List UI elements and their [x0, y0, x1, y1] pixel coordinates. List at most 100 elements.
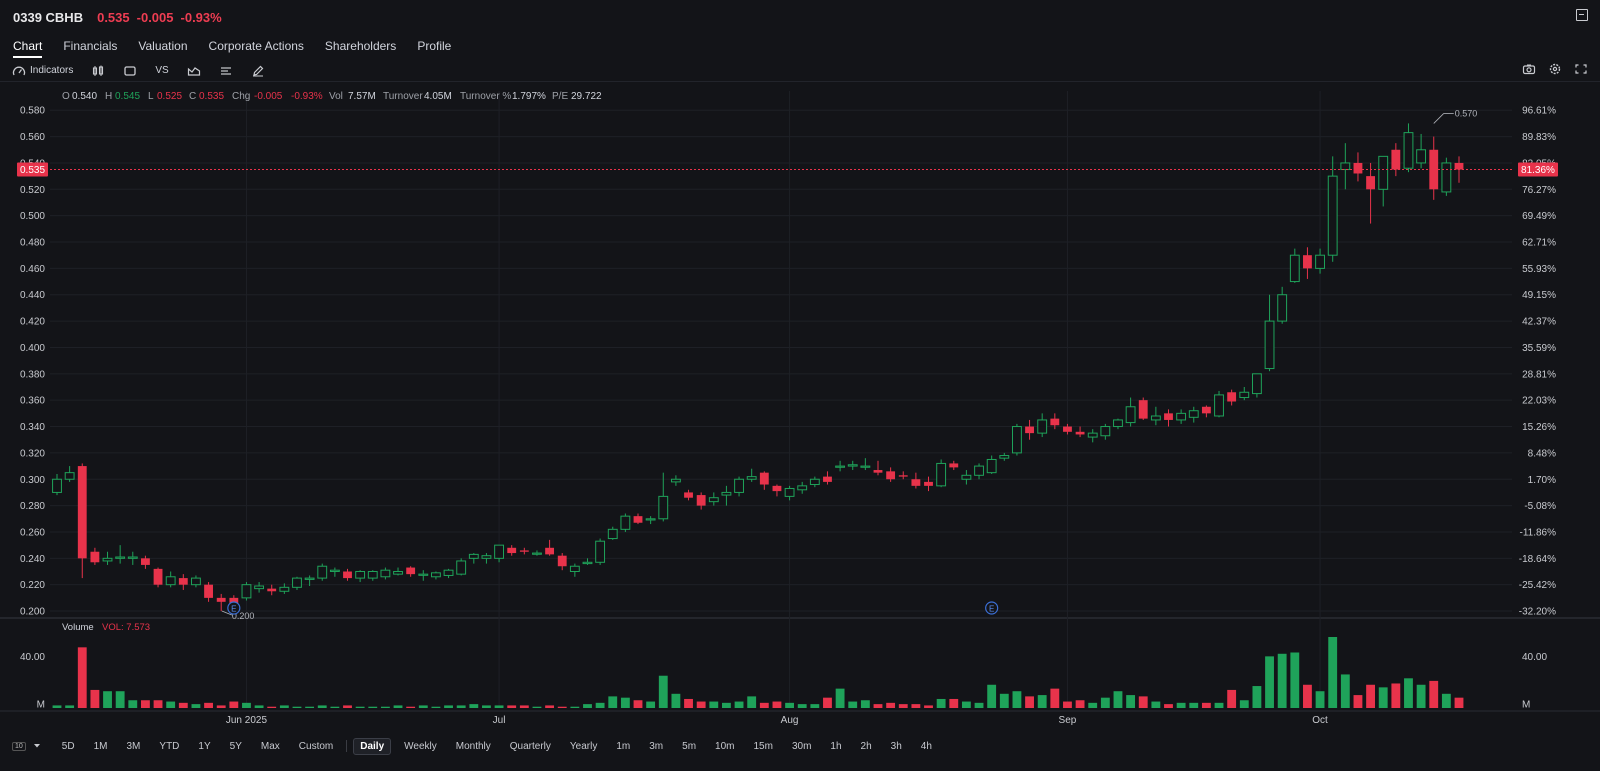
align-button[interactable]	[219, 65, 233, 77]
volume-bar	[1025, 696, 1034, 708]
candle-body-up	[595, 540, 606, 563]
candle-body-up	[304, 577, 315, 580]
ohlc-legend: O 0.540 H 0.545 L 0.525 C 0.535 Chg -0.0…	[62, 91, 602, 102]
toolbar-right-group	[1522, 63, 1588, 75]
camera-icon[interactable]	[1522, 63, 1536, 75]
candle	[1227, 389, 1237, 406]
period-1m[interactable]: 1m	[616, 741, 630, 752]
range-3m[interactable]: 3M	[127, 741, 141, 752]
range-5d[interactable]: 5D	[62, 741, 75, 752]
turnover-label: Turnover	[383, 91, 423, 102]
fullscreen-icon[interactable]	[1574, 63, 1588, 75]
period-quarterly[interactable]: Quarterly	[510, 741, 551, 752]
period-2h[interactable]: 2h	[861, 741, 872, 752]
tab-bar: Chart Financials Valuation Corporate Act…	[0, 34, 472, 58]
candle-body-up	[317, 565, 328, 579]
candle	[1340, 143, 1351, 190]
candle	[557, 553, 567, 571]
time-tick-label: Jun 2025	[226, 715, 268, 726]
tab-corporate-actions[interactable]: Corporate Actions	[209, 34, 304, 58]
volume-bar	[128, 700, 138, 708]
draw-button[interactable]	[251, 65, 265, 77]
period-15m[interactable]: 15m	[754, 741, 773, 752]
gauge-icon	[12, 66, 26, 75]
candle-body-down	[1025, 426, 1034, 434]
compare-button[interactable]: VS	[155, 65, 168, 76]
close-value: 0.535	[199, 91, 224, 102]
square-icon	[124, 65, 137, 76]
period-daily[interactable]: Daily	[353, 737, 392, 755]
volume-bar	[1441, 693, 1451, 708]
period-yearly[interactable]: Yearly	[570, 741, 597, 752]
price-chart[interactable]: 0.580 0.560 0.540 0.520 0.500 0.480 0.460 0.440…	[0, 83, 1600, 733]
period-5m[interactable]: 5m	[682, 741, 696, 752]
candle	[1303, 247, 1312, 279]
candle-body-down	[1391, 149, 1401, 170]
candle-body-up	[1087, 432, 1098, 438]
period-30m[interactable]: 30m	[792, 741, 811, 752]
period-4h[interactable]: 4h	[921, 741, 932, 752]
range-custom[interactable]: Custom	[299, 741, 333, 752]
candle	[292, 576, 302, 590]
candle	[418, 570, 429, 581]
volume-bar	[494, 705, 504, 708]
high-marker-line	[1433, 113, 1445, 124]
candle-body-up	[1315, 254, 1325, 269]
candle	[216, 593, 226, 612]
range-max[interactable]: Max	[261, 741, 280, 752]
indicators-button[interactable]: Indicators	[12, 65, 73, 77]
exit-icon[interactable]	[1576, 9, 1588, 21]
candle	[456, 558, 467, 576]
volume-bar	[393, 705, 403, 708]
percent-tick-label: -32.20%	[1519, 607, 1556, 618]
volume-series: 40.00 M 40.00 M	[20, 637, 1547, 711]
period-monthly[interactable]: Monthly	[456, 741, 491, 752]
candle-body-up	[481, 555, 492, 559]
volume-bar	[823, 697, 832, 708]
candle	[1214, 390, 1224, 418]
volume-bar	[1214, 702, 1224, 708]
chevron-down-icon	[33, 744, 40, 748]
tab-chart[interactable]: Chart	[13, 34, 43, 58]
candle-body-down	[216, 597, 226, 602]
range-1m[interactable]: 1M	[94, 741, 108, 752]
range-ytd[interactable]: YTD	[159, 741, 179, 752]
volume-bar	[267, 706, 277, 708]
volume-bar	[1227, 689, 1237, 708]
tab-valuation[interactable]: Valuation	[138, 34, 187, 58]
period-3m[interactable]: 3m	[649, 741, 663, 752]
candlestick-icon	[93, 65, 104, 76]
volume-bar	[570, 706, 580, 708]
volume-bar	[1037, 695, 1047, 708]
candle	[1429, 136, 1439, 200]
period-weekly[interactable]: Weekly	[404, 741, 437, 752]
tab-financials[interactable]: Financials	[63, 34, 117, 58]
interval-dropdown[interactable]: 10	[12, 741, 42, 751]
range-5y[interactable]: 5Y	[230, 741, 242, 752]
period-1h[interactable]: 1h	[830, 741, 841, 752]
candle-body-down	[911, 479, 921, 486]
volume-bar	[595, 702, 605, 708]
candle	[241, 582, 252, 601]
volume-bar	[482, 705, 491, 708]
tab-shareholders[interactable]: Shareholders	[325, 34, 396, 58]
high-label: H	[105, 91, 112, 102]
candle	[746, 468, 757, 482]
range-1y[interactable]: 1Y	[198, 741, 210, 752]
layout-button[interactable]	[123, 65, 137, 77]
volume-value: VOL: 7.573	[102, 622, 150, 633]
volume-bar	[1454, 697, 1464, 708]
tab-profile[interactable]: Profile	[417, 34, 451, 58]
gear-icon[interactable]	[1548, 63, 1562, 75]
candle-type-button[interactable]	[91, 65, 105, 77]
candle	[999, 452, 1010, 461]
percent-tick-label: 42.37%	[1522, 317, 1556, 328]
volume-bar	[873, 704, 883, 708]
candle-body-up	[1251, 373, 1262, 395]
chart-style-button[interactable]	[187, 65, 201, 77]
period-3h[interactable]: 3h	[891, 741, 902, 752]
period-10m[interactable]: 10m	[715, 741, 734, 752]
candle-body-up	[1403, 132, 1414, 169]
candle	[759, 471, 769, 490]
volume-bar	[242, 702, 251, 708]
